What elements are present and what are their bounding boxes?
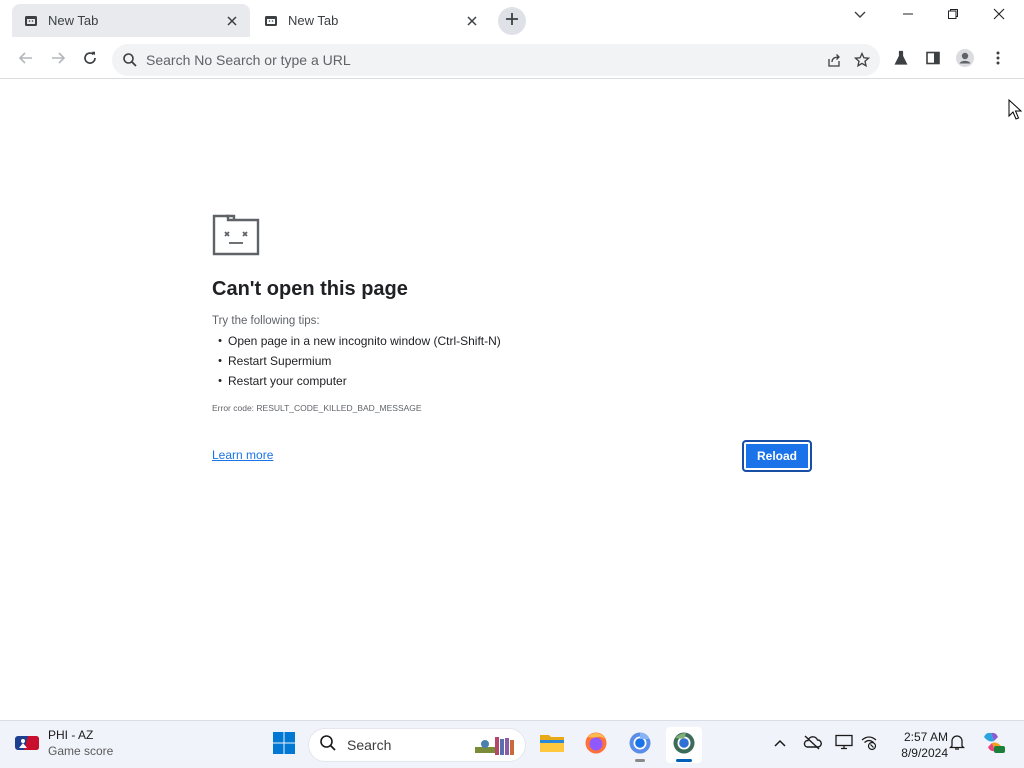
widget-subtitle: Game score (48, 744, 114, 758)
taskbar: PHI - AZ Game score Search 2:57 AM 8/9/2… (0, 720, 1024, 768)
tips-list: • Open page in a new incognito window (Ct… (212, 331, 812, 391)
list-item: • Restart your computer (212, 371, 812, 391)
taskbar-file-explorer[interactable] (534, 727, 570, 763)
tips-heading: Try the following tips: (212, 315, 320, 327)
list-item: • Open page in a new incognito window (Ct… (212, 331, 812, 351)
file-explorer-icon (539, 732, 565, 759)
tab-title: New Tab (288, 13, 339, 28)
tray-network[interactable] (858, 733, 880, 755)
restore-button[interactable] (930, 0, 976, 32)
restore-icon (947, 7, 959, 25)
chromium-icon (628, 731, 652, 760)
reload-icon (82, 50, 98, 71)
tip-text: Open page in a new incognito window (Ctr… (228, 334, 501, 348)
tray-onedrive[interactable] (801, 733, 823, 755)
close-icon (993, 7, 1005, 25)
tray-display[interactable] (833, 733, 855, 755)
bell-icon (948, 733, 966, 756)
mlb-logo-icon (14, 732, 40, 754)
more-vert-icon (996, 50, 1000, 71)
omnibox-input[interactable] (146, 52, 820, 68)
clock-time: 2:57 AM (903, 730, 948, 744)
onedrive-icon (802, 734, 822, 755)
active-indicator (676, 759, 692, 762)
chevron-down-icon (853, 7, 867, 25)
close-icon[interactable] (224, 13, 240, 29)
firefox-icon (584, 731, 608, 760)
system-clock[interactable]: 2:57 AM 8/9/2024 (884, 729, 948, 761)
display-icon (835, 734, 853, 755)
minimize-button[interactable] (885, 0, 931, 32)
tip-text: Restart Supermium (228, 354, 332, 368)
window-close-button[interactable] (976, 0, 1022, 32)
profile-button[interactable] (950, 45, 980, 75)
share-icon[interactable] (820, 46, 848, 74)
taskbar-search[interactable]: Search (308, 728, 526, 762)
reload-button[interactable]: Reload (742, 440, 812, 472)
tray-overflow-button[interactable] (769, 733, 791, 755)
tab-active[interactable]: New Tab (252, 4, 490, 37)
menu-button[interactable] (983, 45, 1013, 75)
tab-search-button[interactable] (837, 0, 883, 32)
list-item: • Restart Supermium (212, 351, 812, 371)
notification-button[interactable] (946, 733, 968, 755)
close-icon[interactable] (464, 13, 480, 29)
weather-sports-widget[interactable]: PHI - AZ Game score (14, 727, 113, 759)
minimize-icon (902, 7, 914, 25)
reload-toolbar-button[interactable] (75, 45, 105, 75)
tab-strip: New Tab New Tab (0, 0, 1024, 41)
tab-title: New Tab (48, 13, 99, 28)
taskbar-search-label: Search (347, 737, 392, 753)
search-icon (319, 734, 337, 757)
taskbar-chromium[interactable] (622, 727, 658, 763)
tab-favicon-icon (24, 14, 38, 28)
taskbar-supermium[interactable] (666, 727, 702, 763)
side-panel-icon (925, 50, 941, 71)
widget-title: PHI - AZ (48, 728, 94, 742)
error-code: Error code: RESULT_CODE_KILLED_BAD_MESSA… (212, 403, 422, 413)
error-title: Can't open this page (212, 278, 408, 300)
star-icon[interactable] (848, 46, 876, 74)
labs-button[interactable] (886, 45, 916, 75)
tip-text: Restart your computer (228, 374, 347, 388)
windows-start-icon (272, 731, 296, 760)
forward-button[interactable] (43, 45, 73, 75)
search-highlight-icon (469, 733, 525, 759)
side-panel-button[interactable] (918, 45, 948, 75)
tab-favicon-icon (264, 14, 278, 28)
tab-inactive[interactable]: New Tab (12, 4, 250, 37)
sad-folder-icon (212, 212, 262, 256)
clock-date: 8/9/2024 (901, 746, 948, 760)
back-button[interactable] (11, 45, 41, 75)
copilot-icon (980, 729, 1006, 760)
start-button[interactable] (268, 729, 300, 761)
browser-toolbar (0, 41, 1024, 79)
chevron-up-icon (773, 735, 787, 753)
taskbar-firefox[interactable] (578, 727, 614, 763)
mouse-cursor-icon (1008, 98, 1023, 121)
plus-icon (505, 12, 519, 31)
profile-icon (955, 48, 975, 73)
error-page: Can't open this page Try the following t… (212, 212, 812, 472)
omnibox[interactable] (112, 44, 880, 76)
forward-arrow-icon (50, 50, 66, 71)
copilot-button[interactable] (980, 731, 1006, 757)
new-tab-button[interactable] (498, 7, 526, 35)
learn-more-link[interactable]: Learn more (212, 448, 273, 462)
network-icon (860, 733, 878, 756)
labs-flask-icon (893, 50, 909, 71)
back-arrow-icon (18, 50, 34, 71)
running-indicator (635, 759, 645, 762)
supermium-icon (672, 731, 696, 760)
search-icon (122, 52, 138, 68)
